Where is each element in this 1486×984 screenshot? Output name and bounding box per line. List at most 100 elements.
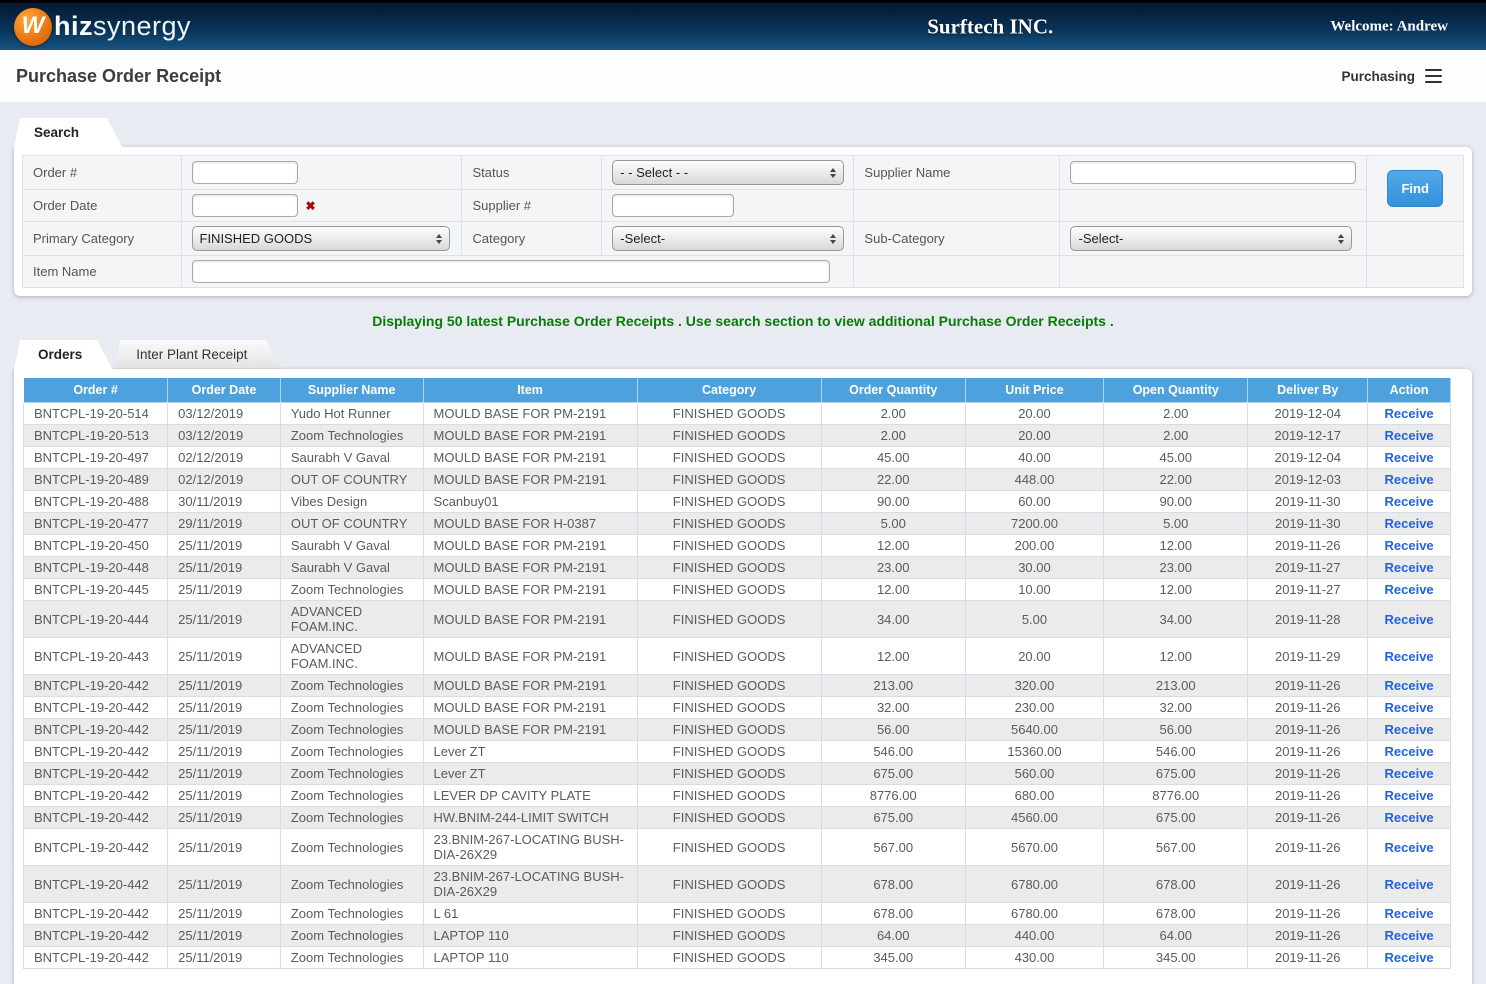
- logo-word-light: synergy: [93, 11, 191, 41]
- cell-item: Lever ZT: [423, 763, 637, 785]
- cell-category: FINISHED GOODS: [637, 491, 821, 513]
- cell-action: Receive: [1368, 866, 1451, 903]
- supplier-name-input[interactable]: [1070, 161, 1356, 184]
- cell-deliver-by: 2019-11-26: [1248, 947, 1368, 969]
- receive-link[interactable]: Receive: [1385, 450, 1434, 465]
- cell-order-qty: 5.00: [821, 513, 965, 535]
- cell-open-qty: 567.00: [1104, 829, 1248, 866]
- receive-link[interactable]: Receive: [1385, 516, 1434, 531]
- supplier-no-label: Supplier #: [462, 190, 602, 222]
- cell-order-no: BNTCPL-19-20-444: [24, 601, 168, 638]
- cell-action: Receive: [1368, 697, 1451, 719]
- cell-supplier-name: Zoom Technologies: [280, 903, 423, 925]
- supplier-name-label: Supplier Name: [854, 156, 1060, 190]
- receive-link[interactable]: Receive: [1385, 649, 1434, 664]
- cell-action: Receive: [1368, 491, 1451, 513]
- cell-order-qty: 32.00: [821, 697, 965, 719]
- status-select[interactable]: - - Select - -: [612, 160, 844, 185]
- receive-link[interactable]: Receive: [1385, 494, 1434, 509]
- receive-link[interactable]: Receive: [1385, 560, 1434, 575]
- cell-order-qty: 546.00: [821, 741, 965, 763]
- cell-order-qty: 678.00: [821, 903, 965, 925]
- cell-unit-price: 448.00: [965, 469, 1103, 491]
- table-row: BNTCPL-19-20-44325/11/2019ADVANCED FOAM.…: [24, 638, 1451, 675]
- cell-deliver-by: 2019-11-26: [1248, 763, 1368, 785]
- cell-item: MOULD BASE FOR PM-2191: [423, 557, 637, 579]
- search-tab[interactable]: Search: [14, 118, 122, 147]
- cell-open-qty: 23.00: [1104, 557, 1248, 579]
- receive-link[interactable]: Receive: [1385, 906, 1434, 921]
- cell-open-qty: 32.00: [1104, 697, 1248, 719]
- receive-link[interactable]: Receive: [1385, 744, 1434, 759]
- receive-link[interactable]: Receive: [1385, 928, 1434, 943]
- search-panel: Order # Status - - Select - - Supplier N…: [14, 147, 1472, 296]
- receive-link[interactable]: Receive: [1385, 788, 1434, 803]
- find-button[interactable]: Find: [1387, 170, 1443, 207]
- category-select[interactable]: -Select-: [612, 226, 844, 251]
- tab-orders[interactable]: Orders: [14, 340, 112, 369]
- receive-link[interactable]: Receive: [1385, 722, 1434, 737]
- cell-action: Receive: [1368, 785, 1451, 807]
- cell-order-no: BNTCPL-19-20-445: [24, 579, 168, 601]
- item-name-input[interactable]: [192, 260, 830, 283]
- cell-supplier-name: Vibes Design: [280, 491, 423, 513]
- primary-category-select[interactable]: FINISHED GOODS: [192, 226, 450, 251]
- cell-order-no: BNTCPL-19-20-442: [24, 866, 168, 903]
- table-row: BNTCPL-19-20-51303/12/2019Zoom Technolog…: [24, 425, 1451, 447]
- receive-link[interactable]: Receive: [1385, 582, 1434, 597]
- receive-link[interactable]: Receive: [1385, 538, 1434, 553]
- cell-action: Receive: [1368, 579, 1451, 601]
- cell-deliver-by: 2019-12-04: [1248, 447, 1368, 469]
- receive-link[interactable]: Receive: [1385, 678, 1434, 693]
- purchasing-menu[interactable]: Purchasing: [1341, 69, 1442, 84]
- supplier-no-input[interactable]: [612, 194, 734, 217]
- receive-link[interactable]: Receive: [1385, 840, 1434, 855]
- cell-order-qty: 12.00: [821, 638, 965, 675]
- cell-order-qty: 678.00: [821, 866, 965, 903]
- cell-action: Receive: [1368, 947, 1451, 969]
- receive-link[interactable]: Receive: [1385, 766, 1434, 781]
- select-arrows-icon: [830, 234, 836, 244]
- order-no-input[interactable]: [192, 161, 298, 184]
- cell-supplier-name: Zoom Technologies: [280, 763, 423, 785]
- receive-link[interactable]: Receive: [1385, 700, 1434, 715]
- receive-link[interactable]: Receive: [1385, 810, 1434, 825]
- cell-item: MOULD BASE FOR PM-2191: [423, 638, 637, 675]
- table-row: BNTCPL-19-20-44225/11/2019Zoom Technolog…: [24, 763, 1451, 785]
- cell-order-no: BNTCPL-19-20-443: [24, 638, 168, 675]
- clear-date-icon[interactable]: ✖: [306, 199, 316, 213]
- select-arrows-icon: [830, 168, 836, 178]
- sub-category-select[interactable]: -Select-: [1070, 226, 1352, 251]
- cell-deliver-by: 2019-11-30: [1248, 491, 1368, 513]
- tab-inter-plant-receipt[interactable]: Inter Plant Receipt: [114, 340, 281, 369]
- cell-order-no: BNTCPL-19-20-489: [24, 469, 168, 491]
- cell-order-qty: 675.00: [821, 763, 965, 785]
- cell-order-no: BNTCPL-19-20-442: [24, 697, 168, 719]
- receive-link[interactable]: Receive: [1385, 950, 1434, 965]
- app-logo[interactable]: W hizsynergy: [14, 8, 191, 46]
- cell-supplier-name: Zoom Technologies: [280, 785, 423, 807]
- cell-order-no: BNTCPL-19-20-450: [24, 535, 168, 557]
- cell-unit-price: 40.00: [965, 447, 1103, 469]
- receive-link[interactable]: Receive: [1385, 428, 1434, 443]
- cell-unit-price: 30.00: [965, 557, 1103, 579]
- hamburger-menu-icon[interactable]: [1425, 69, 1442, 84]
- cell-order-no: BNTCPL-19-20-442: [24, 829, 168, 866]
- cell-item: MOULD BASE FOR PM-2191: [423, 601, 637, 638]
- cell-order-no: BNTCPL-19-20-442: [24, 763, 168, 785]
- cell-deliver-by: 2019-11-26: [1248, 829, 1368, 866]
- column-header-order-no: Order #: [24, 378, 168, 403]
- sub-header-bar: Purchase Order Receipt Purchasing: [0, 50, 1486, 102]
- table-row: BNTCPL-19-20-44525/11/2019Zoom Technolog…: [24, 579, 1451, 601]
- receive-link[interactable]: Receive: [1385, 612, 1434, 627]
- receive-link[interactable]: Receive: [1385, 406, 1434, 421]
- cell-unit-price: 20.00: [965, 638, 1103, 675]
- cell-supplier-name: Saurabh V Gaval: [280, 535, 423, 557]
- table-row: BNTCPL-19-20-44825/11/2019Saurabh V Gava…: [24, 557, 1451, 579]
- order-date-input[interactable]: [192, 194, 298, 217]
- cell-supplier-name: Zoom Technologies: [280, 866, 423, 903]
- table-row: BNTCPL-19-20-44225/11/2019Zoom Technolog…: [24, 925, 1451, 947]
- receive-link[interactable]: Receive: [1385, 472, 1434, 487]
- cell-order-no: BNTCPL-19-20-442: [24, 925, 168, 947]
- receive-link[interactable]: Receive: [1385, 877, 1434, 892]
